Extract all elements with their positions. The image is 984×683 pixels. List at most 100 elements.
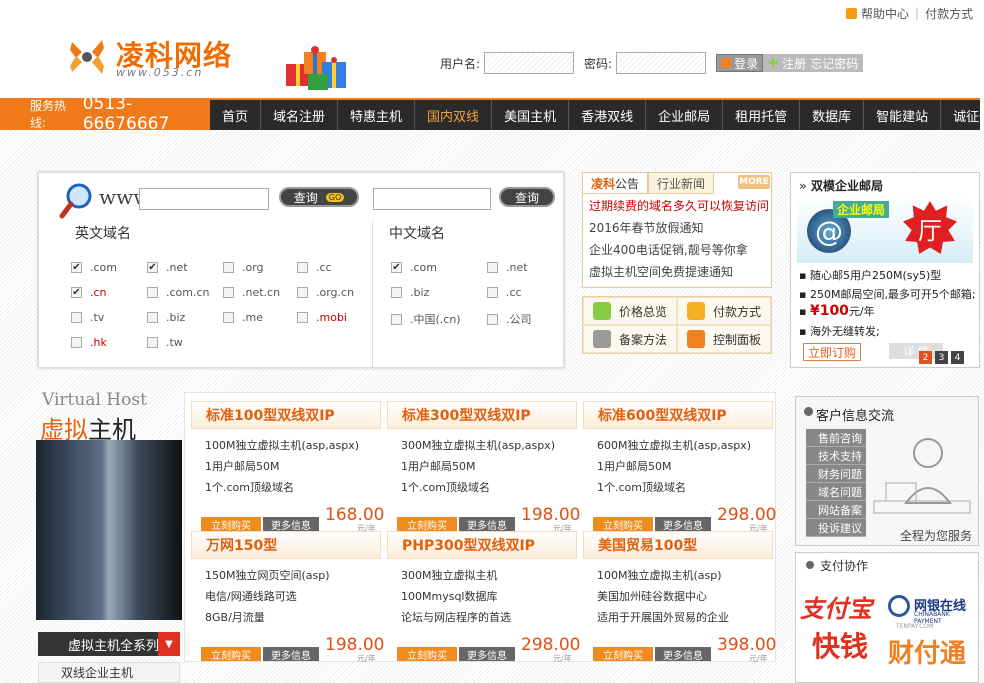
buy-now-button[interactable]: 立刻购买 [201,647,261,662]
news-item[interactable]: 企业400电话促销,靓号等你拿 [589,241,748,258]
mail-banner[interactable]: @ 企业邮局 厅 [797,197,973,263]
news-item[interactable]: 2016年春节放假通知 [589,219,704,236]
more-button[interactable]: MORE [738,175,770,189]
en-tld-option[interactable]: .mobi [297,311,347,324]
news-item[interactable]: 过期续费的域名多久可以恢复访问 [589,197,769,214]
kuaiqian-logo[interactable]: 快钱 [812,625,868,665]
quick-link-0[interactable]: 价格总览 [583,297,677,325]
password-input[interactable] [616,52,707,74]
buy-now-button[interactable]: 立刻购买 [397,517,457,532]
cn-tld-option[interactable]: ✔ .com [391,261,437,274]
checkbox[interactable] [391,287,402,298]
en-tld-option[interactable]: .tv [71,311,104,324]
username-input[interactable] [484,52,575,74]
checkbox[interactable] [223,287,234,298]
payment-method-link[interactable]: 付款方式 [925,5,973,22]
tab-announcement[interactable]: 凌科 公告 [582,172,649,194]
checkbox[interactable]: ✔ [71,287,82,298]
en-tld-option[interactable]: ✔ .cn [71,286,107,299]
en-domain-input[interactable] [139,188,269,210]
en-tld-option[interactable]: .me [223,311,263,324]
checkbox[interactable] [223,312,234,323]
cn-tld-option[interactable]: .公司 [487,311,532,327]
more-info-button[interactable]: 更多信息 [459,647,515,662]
tenpay-logo[interactable]: 财付通 [888,633,966,670]
checkbox[interactable] [147,337,158,348]
cn-tld-option[interactable]: .中国(.cn) [391,311,461,327]
checkbox[interactable] [71,337,82,348]
sidebar-item-dual-line-host[interactable]: 双线企业主机 [38,662,180,683]
customer-link[interactable]: 域名问题 [806,483,866,501]
product-title[interactable]: 美国贸易100型 [583,531,773,559]
checkbox[interactable] [487,262,498,273]
cn-tld-option[interactable]: .cc [487,286,522,299]
virtual-host-menu[interactable]: 虚拟主机全系列 ▼ [38,632,180,656]
en-tld-option[interactable]: .hk [71,336,107,349]
checkbox[interactable] [391,313,402,325]
en-tld-option[interactable]: .cc [297,261,332,274]
cn-tld-option[interactable]: .net [487,261,528,274]
nav-item-6[interactable]: 企业邮局 [646,100,724,130]
more-info-button[interactable]: 更多信息 [263,647,319,662]
tab-industry-news[interactable]: 行业新闻 [648,172,715,194]
page-4-button[interactable]: 4 [951,351,964,364]
buy-now-button[interactable]: 立刻购买 [201,517,261,532]
help-center-link[interactable]: 帮助中心 [861,5,909,22]
cn-query-button[interactable]: 查询 [499,187,555,207]
product-title[interactable]: 标准100型双线双IP [191,401,381,429]
en-tld-option[interactable]: .tw [147,336,183,349]
en-tld-option[interactable]: .org [223,261,264,274]
customer-link[interactable]: 技术支持 [806,447,866,465]
customer-link[interactable]: 财务问题 [806,465,866,483]
checkbox[interactable] [71,312,82,323]
checkbox[interactable]: ✔ [391,262,402,273]
news-item[interactable]: 虚拟主机空间免费提速通知 [589,263,733,280]
en-tld-option[interactable]: ✔ .net [147,261,188,274]
checkbox[interactable] [297,312,308,323]
en-tld-option[interactable]: .net.cn [223,286,280,299]
forgot-password-link[interactable]: 忘记密码 [810,55,858,72]
checkbox[interactable]: ✔ [71,262,82,273]
nav-item-4[interactable]: 美国主机 [492,100,570,130]
nav-item-1[interactable]: 域名注册 [261,100,339,130]
nav-item-0[interactable]: 首页 [210,100,262,130]
customer-link[interactable]: 投诉建议 [806,519,866,537]
more-info-button[interactable]: 更多信息 [263,517,319,532]
product-title[interactable]: 标准300型双线双IP [387,401,577,429]
login-button[interactable]: 登录 [716,54,764,72]
nav-item-5[interactable]: 香港双线 [569,100,647,130]
quick-link-1[interactable]: 付款方式 [677,297,771,325]
checkbox[interactable] [297,262,308,273]
checkbox[interactable] [147,312,158,323]
page-2-button[interactable]: 2 [919,351,932,364]
customer-link[interactable]: 售前咨询 [806,429,866,447]
quick-link-3[interactable]: 控制面板 [677,325,771,353]
checkbox[interactable] [223,262,234,273]
en-tld-option[interactable]: .org.cn [297,286,354,299]
checkbox[interactable] [147,287,158,298]
en-tld-option[interactable]: .biz [147,311,185,324]
en-tld-option[interactable]: .com.cn [147,286,210,299]
product-title[interactable]: 万网150型 [191,531,381,559]
product-title[interactable]: PHP300型双线双IP [387,531,577,559]
customer-link[interactable]: 网站备案 [806,501,866,519]
buy-now-button[interactable]: 立刻购买 [593,647,653,662]
quick-link-2[interactable]: 备案方法 [583,325,677,353]
nav-item-9[interactable]: 智能建站 [864,100,942,130]
checkbox[interactable] [297,287,308,298]
more-info-button[interactable]: 更多信息 [459,517,515,532]
product-title[interactable]: 标准600型双线双IP [583,401,773,429]
nav-item-2[interactable]: 特惠主机 [338,100,416,130]
cn-tld-option[interactable]: .biz [391,286,429,299]
alipay-logo[interactable]: 支付宝 [800,589,872,624]
nav-item-10[interactable]: 诚征代理 [941,100,984,130]
cn-domain-input[interactable] [373,188,491,210]
register-link[interactable]: 注册 [782,55,806,72]
en-tld-option[interactable]: ✔ .com [71,261,117,274]
checkbox[interactable] [487,313,498,325]
buy-now-button[interactable]: 立刻购买 [593,517,653,532]
en-query-button[interactable]: 查询 GO [279,187,359,207]
order-now-button[interactable]: 立即订购 [803,343,862,361]
checkbox[interactable]: ✔ [147,262,158,273]
nav-item-3[interactable]: 国内双线 [415,100,493,130]
